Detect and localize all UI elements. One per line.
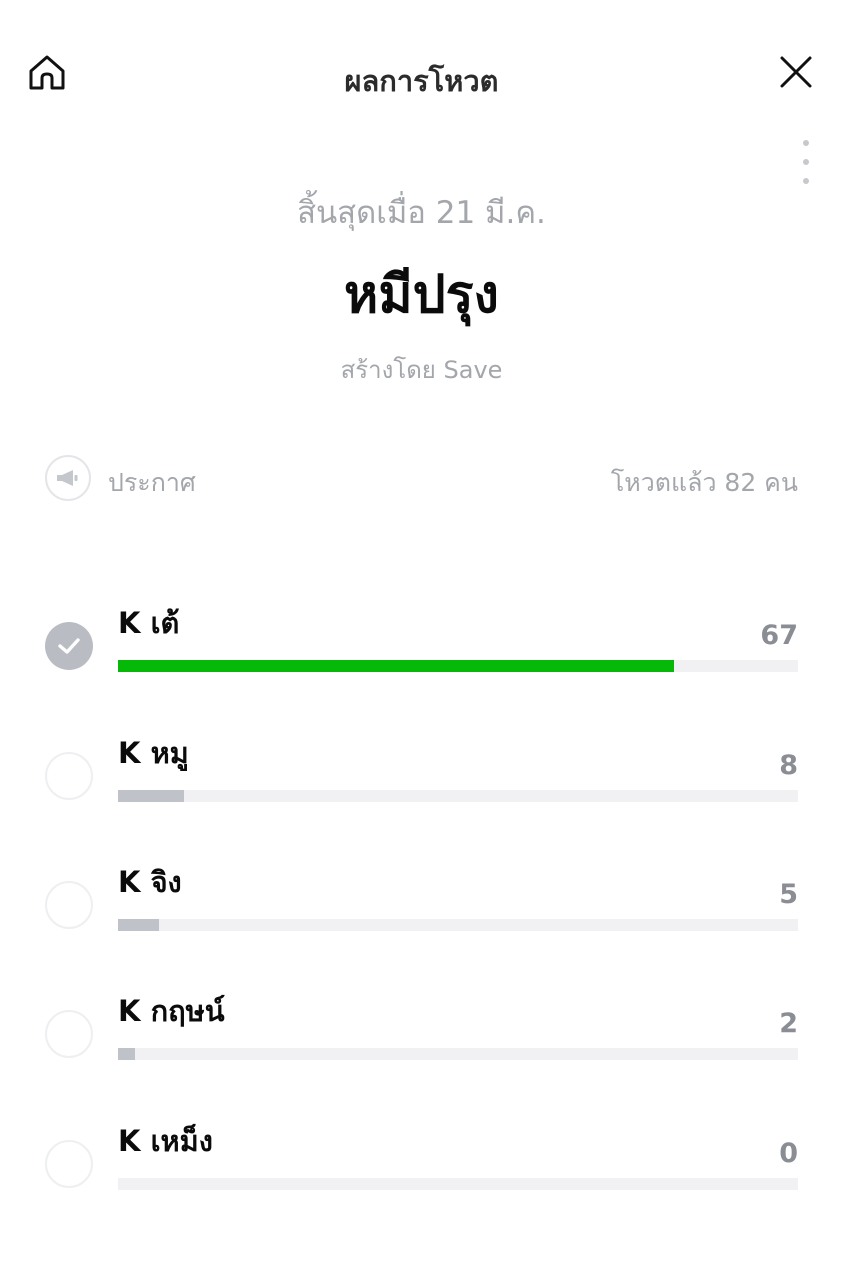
poll-creator: สร้างโดย Save: [340, 356, 503, 384]
option-label: K กฤษน์: [118, 994, 225, 1028]
option-progress-fill: [118, 1048, 135, 1060]
more-dot: [803, 140, 809, 146]
option-label: K จิง: [118, 865, 182, 899]
check-icon[interactable]: [45, 622, 93, 670]
more-dot: [803, 159, 809, 165]
header: ผลการโหวต: [0, 0, 843, 184]
vote-summary: โหวตแล้ว 82 คน: [610, 468, 798, 497]
radio-icon[interactable]: [45, 1010, 93, 1058]
option-progress-track: [118, 1178, 798, 1190]
more-vertical-icon[interactable]: [794, 140, 818, 184]
poll-option[interactable]: K เต้ 67: [0, 600, 843, 710]
poll-option[interactable]: K จิง 5: [0, 859, 843, 969]
option-count: 5: [779, 879, 798, 910]
radio-icon[interactable]: [45, 752, 93, 800]
option-count: 67: [760, 620, 798, 651]
poll-ended-date: สิ้นสุดเมื่อ 21 มี.ค.: [297, 195, 546, 231]
option-label: K หมู: [118, 736, 189, 770]
option-count: 8: [779, 750, 798, 781]
poll-option[interactable]: K หมู 8: [0, 730, 843, 840]
option-progress-fill: [118, 790, 185, 802]
radio-icon[interactable]: [45, 881, 93, 929]
option-progress-track: [118, 790, 798, 802]
close-icon[interactable]: [776, 52, 816, 92]
option-progress-fill: [118, 919, 160, 931]
option-label: K เหม็ง: [118, 1124, 213, 1158]
poll-option[interactable]: K เหม็ง 0: [0, 1118, 843, 1228]
poll-title: หมีปรุง: [344, 265, 499, 325]
option-count: 0: [779, 1138, 798, 1169]
option-progress-fill: [118, 660, 674, 672]
option-label: K เต้: [118, 606, 180, 640]
option-progress-track: [118, 1048, 798, 1060]
announce-button[interactable]: ประกาศ: [108, 463, 196, 503]
option-count: 2: [779, 1008, 798, 1039]
more-dot: [803, 178, 809, 184]
option-progress-track: [118, 660, 798, 672]
option-progress-track: [118, 919, 798, 931]
header-title: ผลการโหวต: [344, 64, 499, 98]
poll-option[interactable]: K กฤษน์ 2: [0, 988, 843, 1098]
megaphone-icon[interactable]: [45, 455, 91, 501]
radio-icon[interactable]: [45, 1140, 93, 1188]
